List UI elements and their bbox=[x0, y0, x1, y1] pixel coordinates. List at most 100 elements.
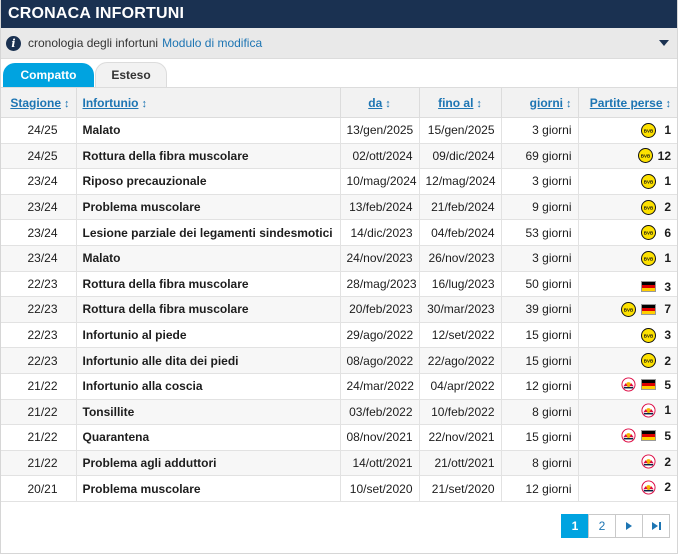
col-header-injury[interactable]: Infortunio ↕ bbox=[76, 88, 341, 118]
to-date-cell: 30/mar/2023 bbox=[419, 296, 502, 323]
sort-link-games[interactable]: Partite perse bbox=[590, 96, 663, 110]
games-missed-count: 7 bbox=[664, 302, 671, 317]
injury-cell: Rottura della fibra muscolare bbox=[76, 143, 341, 170]
games-missed-count: 1 bbox=[664, 174, 671, 189]
sort-icon[interactable]: ↕ bbox=[566, 98, 572, 110]
col-header-days[interactable]: giorni ↕ bbox=[501, 88, 579, 118]
days-cell: 69 giorni bbox=[501, 143, 579, 170]
next-page-button[interactable] bbox=[615, 514, 643, 538]
bvb-icon[interactable]: BVB bbox=[641, 225, 656, 241]
season-cell: 23/24 bbox=[1, 194, 77, 221]
col-header-season[interactable]: Stagione ↕ bbox=[1, 88, 77, 118]
games-missed-cell: 5 bbox=[578, 373, 677, 400]
days-cell: 15 giorni bbox=[501, 424, 579, 451]
pagination: 1 2 bbox=[561, 514, 670, 538]
bvb-icon[interactable]: BVB bbox=[641, 199, 656, 215]
to-date-cell: 10/feb/2022 bbox=[419, 399, 502, 426]
tab-compact[interactable]: Compatto bbox=[3, 63, 94, 87]
injury-cell: Problema agli adduttori bbox=[76, 450, 341, 477]
bvb-icon[interactable]: BVB bbox=[641, 250, 656, 266]
season-cell: 21/22 bbox=[1, 424, 77, 451]
view-tabs: Compatto Esteso bbox=[1, 59, 677, 88]
games-missed-count: 2 bbox=[664, 454, 671, 469]
games-missed-count: 2 bbox=[664, 200, 671, 215]
col-header-to[interactable]: fino al ↕ bbox=[419, 88, 502, 118]
col-header-games[interactable]: Partite perse ↕ bbox=[578, 88, 677, 118]
from-date-cell: 08/ago/2022 bbox=[340, 347, 420, 374]
season-cell: 21/22 bbox=[1, 373, 77, 400]
injury-cell: Rottura della fibra muscolare bbox=[76, 296, 341, 323]
to-date-cell: 12/mag/2024 bbox=[419, 168, 502, 195]
table-row: 23/24 Lesione parziale dei legamenti sind… bbox=[1, 219, 677, 246]
season-cell: 23/24 bbox=[1, 245, 77, 272]
table-row: 22/23 Rottura della fibra muscolare 28/mag… bbox=[1, 271, 677, 298]
sort-link-to[interactable]: fino al bbox=[438, 96, 473, 110]
bvb-icon[interactable]: BVB bbox=[641, 173, 656, 189]
days-cell: 50 giorni bbox=[501, 271, 579, 298]
sort-icon[interactable]: ↕ bbox=[64, 98, 70, 110]
days-cell: 15 giorni bbox=[501, 347, 579, 374]
svg-text:BVB: BVB bbox=[644, 179, 653, 184]
days-cell: 3 giorni bbox=[501, 168, 579, 195]
games-missed-cell: BVB 7 bbox=[578, 296, 677, 323]
rbl-icon[interactable] bbox=[621, 428, 636, 443]
next-page-icon bbox=[626, 522, 632, 530]
games-missed-cell: 3 bbox=[578, 271, 677, 298]
page-2-button[interactable]: 2 bbox=[588, 514, 616, 538]
to-date-cell: 21/set/2020 bbox=[419, 475, 502, 502]
injury-cell: Malato bbox=[76, 117, 341, 144]
table-row: 23/24 Riposo precauzionale 10/mag/2024 12/m… bbox=[1, 168, 677, 195]
sort-link-from[interactable]: da bbox=[368, 96, 382, 110]
sort-icon[interactable]: ↕ bbox=[666, 98, 672, 110]
season-cell: 21/22 bbox=[1, 399, 77, 426]
injury-cell: Tonsillite bbox=[76, 399, 341, 426]
last-page-button[interactable] bbox=[642, 514, 670, 538]
sort-icon[interactable]: ↕ bbox=[385, 98, 391, 110]
page-1-button[interactable]: 1 bbox=[561, 514, 589, 538]
table-row: 22/23 Infortunio al piede 29/ago/2022 12/se… bbox=[1, 322, 677, 349]
rbl-icon[interactable] bbox=[641, 480, 656, 495]
bvb-icon[interactable]: BVB bbox=[641, 327, 656, 343]
games-missed-count: 12 bbox=[657, 148, 671, 163]
info-bar: i cronologia degli infortuni Modulo di m… bbox=[1, 28, 677, 59]
sort-link-injury[interactable]: Infortunio bbox=[83, 96, 139, 110]
rbl-icon[interactable] bbox=[641, 403, 656, 418]
to-date-cell: 12/set/2022 bbox=[419, 322, 502, 349]
injury-cell: Infortunio alle dita dei piedi bbox=[76, 347, 341, 374]
season-cell: 20/21 bbox=[1, 475, 77, 502]
days-cell: 12 giorni bbox=[501, 373, 579, 400]
germany-flag-icon[interactable] bbox=[641, 430, 656, 442]
germany-flag-icon[interactable] bbox=[641, 379, 656, 391]
games-missed-count: 3 bbox=[664, 279, 671, 294]
from-date-cell: 20/feb/2023 bbox=[340, 296, 420, 323]
to-date-cell: 04/apr/2022 bbox=[419, 373, 502, 400]
to-date-cell: 21/ott/2021 bbox=[419, 450, 502, 477]
to-date-cell: 22/nov/2021 bbox=[419, 424, 502, 451]
injury-history-panel: CRONACA INFORTUNI i cronologia degli inf… bbox=[0, 0, 678, 554]
injury-cell: Rottura della fibra muscolare bbox=[76, 271, 341, 298]
germany-flag-icon[interactable] bbox=[641, 281, 656, 293]
sort-icon[interactable]: ↕ bbox=[141, 98, 147, 110]
bvb-icon[interactable]: BVB bbox=[641, 122, 656, 138]
games-missed-cell: BVB 3 bbox=[578, 322, 677, 349]
rbl-icon[interactable] bbox=[621, 377, 636, 392]
season-cell: 21/22 bbox=[1, 450, 77, 477]
bvb-icon[interactable]: BVB bbox=[621, 301, 636, 317]
from-date-cell: 10/mag/2024 bbox=[340, 168, 420, 195]
rbl-icon[interactable] bbox=[641, 454, 656, 469]
col-header-from[interactable]: da ↕ bbox=[340, 88, 420, 118]
sort-icon[interactable]: ↕ bbox=[476, 98, 482, 110]
sort-link-days[interactable]: giorni bbox=[530, 96, 563, 110]
bvb-icon[interactable]: BVB bbox=[641, 353, 656, 369]
svg-text:BVB: BVB bbox=[644, 205, 653, 210]
bvb-icon[interactable]: BVB bbox=[637, 148, 653, 164]
sort-link-season[interactable]: Stagione bbox=[10, 96, 61, 110]
last-page-icon bbox=[651, 522, 661, 530]
germany-flag-icon[interactable] bbox=[641, 303, 656, 315]
collapse-caret-icon[interactable] bbox=[659, 40, 669, 46]
svg-text:BVB: BVB bbox=[644, 333, 653, 338]
tab-extended[interactable]: Esteso bbox=[95, 62, 167, 87]
games-missed-cell: BVB 2 bbox=[578, 347, 677, 374]
edit-form-link[interactable]: Modulo di modifica bbox=[162, 36, 262, 50]
from-date-cell: 24/nov/2023 bbox=[340, 245, 420, 272]
